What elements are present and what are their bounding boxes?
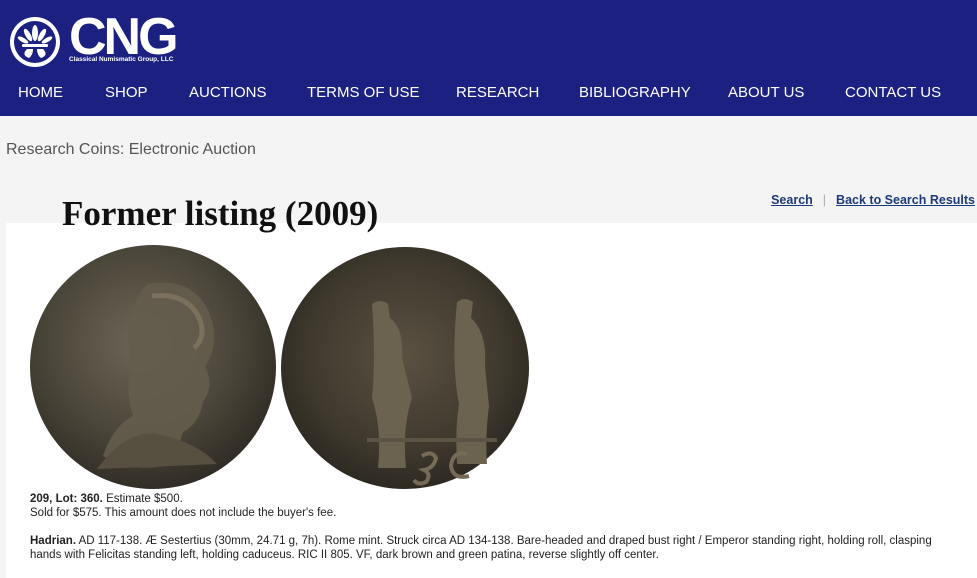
nav-bibliography[interactable]: BIBLIOGRAPHY [579, 80, 691, 106]
coin-image[interactable] [27, 244, 532, 492]
nav-research[interactable]: RESEARCH [456, 80, 539, 106]
breadcrumb: Research Coins: Electronic Auction [6, 141, 256, 158]
logo-subtitle: Classical Numismatic Group, LLC [69, 56, 174, 63]
coin-obverse [30, 245, 276, 489]
lot-description-block: Hadrian. AD 117-138. Æ Sestertius (30mm,… [30, 534, 950, 562]
search-link[interactable]: Search [771, 193, 813, 207]
lot-sold-price: Sold for $575. This amount does not incl… [30, 507, 337, 519]
cng-logo[interactable]: CNG Classical Numismatic Group, LLC [9, 8, 189, 69]
lot-title: Hadrian. [30, 535, 77, 547]
lot-number: 209, Lot: 360. [30, 493, 103, 505]
lot-info: 209, Lot: 360. Estimate $500. Sold for $… [30, 492, 950, 562]
lot-description: AD 117-138. Æ Sestertius (30mm, 24.71 g,… [30, 535, 932, 561]
nav-terms-of-use[interactable]: TERMS OF USE [307, 80, 420, 106]
nav-contact-us[interactable]: CONTACT US [845, 80, 941, 106]
nav-shop[interactable]: SHOP [105, 80, 148, 106]
coin-reverse [281, 247, 529, 489]
nav-about-us[interactable]: ABOUT US [728, 80, 804, 106]
lot-estimate-line: 209, Lot: 360. Estimate $500. [30, 492, 950, 506]
nav-auctions[interactable]: AUCTIONS [189, 80, 267, 106]
nav-home[interactable]: HOME [18, 80, 63, 106]
site-header: CNG Classical Numismatic Group, LLC HOME… [0, 0, 977, 116]
link-separator: | [822, 193, 827, 207]
main-nav: HOME SHOP AUCTIONS TERMS OF USE RESEARCH… [0, 80, 977, 106]
former-listing-annotation: Former listing (2009) [62, 194, 379, 233]
cng-logo-icon [10, 17, 60, 67]
back-to-results-link[interactable]: Back to Search Results [836, 193, 975, 207]
search-links: Search | Back to Search Results [771, 193, 975, 207]
lot-estimate: Estimate $500. [106, 493, 183, 505]
